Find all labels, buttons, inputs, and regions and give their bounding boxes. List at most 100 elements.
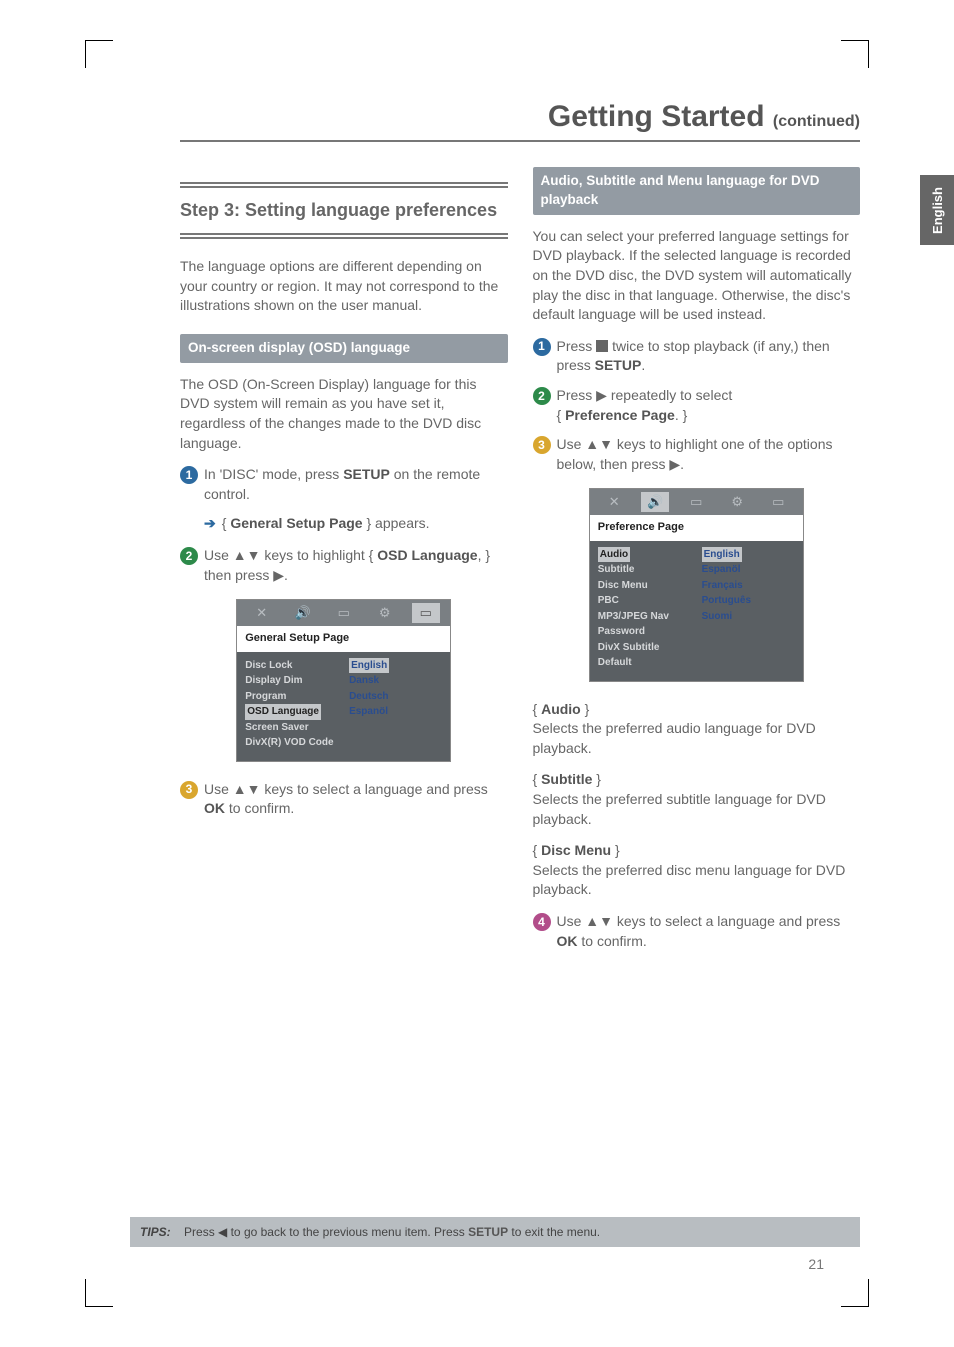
t: SETUP — [468, 1225, 508, 1239]
crop-mark — [85, 1279, 113, 1307]
step-2-text: Use ▲▼ keys to highlight { OSD Language,… — [204, 546, 508, 585]
tools-icon: ✕ — [600, 492, 628, 512]
r-step-4: 4 Use ▲▼ keys to select a language and p… — [533, 912, 861, 951]
preference-page-menu: ✕ 🔊 ▭ ⚙ ▭ Preference Page Audio Subtitle… — [589, 488, 804, 681]
step-heading: Step 3: Setting language preferences — [180, 182, 508, 239]
list-item: Deutsch — [349, 689, 442, 705]
crop-mark — [841, 40, 869, 68]
page-title: Getting Started (continued) — [180, 100, 860, 134]
tools-icon: ✕ — [248, 603, 276, 623]
r-step-1-text: Press twice to stop playback (if any,) t… — [557, 337, 861, 376]
page-content: Getting Started (continued) Step 3: Sett… — [180, 100, 860, 961]
columns: Step 3: Setting language preferences The… — [180, 167, 860, 961]
highlighted-item: Audio — [598, 547, 630, 563]
menu-title: General Setup Page — [237, 626, 450, 651]
t: Subtitle — [541, 771, 592, 787]
t: Disc Menu — [541, 842, 611, 858]
t: { — [557, 407, 566, 423]
crop-mark — [841, 1279, 869, 1307]
r-step-2-text: Press ▶ repeatedly to select { Preferenc… — [557, 386, 861, 425]
bullet-3-icon: 3 — [180, 781, 198, 799]
menu-left-list: Disc Lock Display Dim Program OSD Langua… — [245, 658, 343, 751]
stop-icon — [596, 340, 608, 352]
option-audio: { Audio } Selects the preferred audio la… — [533, 700, 861, 759]
tips-bar: TIPS: Press ◀ to go back to the previous… — [130, 1217, 860, 1247]
t: In 'DISC' mode, press — [204, 466, 343, 482]
tips-label: TIPS: — [140, 1225, 171, 1239]
r-step-3-text: Use ▲▼ keys to highlight one of the opti… — [557, 435, 861, 474]
display-icon: ▭ — [330, 603, 358, 623]
t: Audio — [541, 701, 581, 717]
list-item: Password — [598, 624, 696, 640]
t: Press — [184, 1225, 218, 1239]
page-icon: ▭ — [412, 603, 440, 623]
list-item: Subtitle — [598, 562, 696, 578]
list-item: DivX Subtitle — [598, 640, 696, 656]
language-tab: English — [920, 175, 954, 245]
step-2: 2 Use ▲▼ keys to highlight { OSD Languag… — [180, 546, 508, 585]
bullet-2-icon: 2 — [533, 387, 551, 405]
subheading-osd: On-screen display (OSD) language — [180, 334, 508, 363]
t: to confirm. — [225, 800, 294, 816]
t: Press ▶ repeatedly to select — [557, 387, 733, 403]
t: Selects the preferred disc menu language… — [533, 862, 846, 898]
menu-title: Preference Page — [590, 515, 803, 540]
t: Press — [557, 338, 597, 354]
list-item: Disc Menu — [598, 578, 696, 594]
t: OK — [204, 800, 225, 816]
step-1-result: ➔ { General Setup Page } appears. — [204, 514, 508, 534]
left-column: Step 3: Setting language preferences The… — [180, 167, 508, 961]
t: . } — [675, 407, 687, 423]
bullet-3-icon: 3 — [533, 436, 551, 454]
r-step-2: 2 Press ▶ repeatedly to select { Prefere… — [533, 386, 861, 425]
page-number: 21 — [808, 1256, 824, 1272]
t: . — [641, 357, 645, 373]
speaker-icon: 🔊 — [641, 492, 669, 512]
language-tab-text: English — [930, 187, 945, 234]
t: { General Setup Page } appears. — [222, 514, 430, 534]
left-arrow-icon: ◀ — [218, 1225, 227, 1239]
list-item: Français — [702, 578, 795, 594]
bullet-1-icon: 1 — [533, 338, 551, 356]
osd-para: The OSD (On-Screen Display) language for… — [180, 375, 508, 453]
list-item: Screen Saver — [245, 720, 343, 736]
t: SETUP — [595, 357, 642, 373]
menu-right-list: English Dansk Deutsch Espanöl — [349, 658, 442, 751]
right-intro: You can select your preferred language s… — [533, 227, 861, 325]
title-main: Getting Started — [548, 100, 765, 133]
option-subtitle: { Subtitle } Selects the preferred subti… — [533, 770, 861, 829]
step-3: 3 Use ▲▼ keys to select a language and p… — [180, 780, 508, 819]
r-step-1: 1 Press twice to stop playback (if any,)… — [533, 337, 861, 376]
right-column: Audio, Subtitle and Menu language for DV… — [533, 167, 861, 961]
step-3-text: Use ▲▼ keys to select a language and pre… — [204, 780, 508, 819]
highlighted-item: English — [349, 658, 389, 674]
list-item: Disc Lock — [245, 658, 343, 674]
menu-right-list: English Espanöl Français Português Suomi — [702, 547, 795, 671]
speaker-icon: 🔊 — [289, 603, 317, 623]
list-item: Default — [598, 655, 696, 671]
crop-mark — [85, 40, 113, 68]
list-item: PBC — [598, 593, 696, 609]
t: Selects the preferred audio language for… — [533, 720, 816, 756]
t: OSD Language — [377, 547, 477, 563]
highlighted-item: OSD Language — [245, 704, 321, 720]
t: Use ▲▼ keys to select a language and pre… — [557, 913, 841, 929]
title-continued: (continued) — [773, 113, 860, 130]
intro-para: The language options are different depen… — [180, 257, 508, 316]
t: to confirm. — [578, 933, 647, 949]
list-item: English — [702, 547, 795, 563]
r-step-4-text: Use ▲▼ keys to select a language and pre… — [557, 912, 861, 951]
general-setup-menu: ✕ 🔊 ▭ ⚙ ▭ General Setup Page Disc Lock D… — [236, 599, 451, 761]
bullet-4-icon: 4 — [533, 913, 551, 931]
highlighted-item: English — [702, 547, 742, 563]
step-1: 1 In 'DISC' mode, press SETUP on the rem… — [180, 465, 508, 504]
t: to go back to the previous menu item. Pr… — [227, 1225, 468, 1239]
menu-tab-row: ✕ 🔊 ▭ ⚙ ▭ — [590, 489, 803, 515]
t: to exit the menu. — [508, 1225, 600, 1239]
list-item: Dansk — [349, 673, 442, 689]
list-item: Português — [702, 593, 795, 609]
menu-body: Audio Subtitle Disc Menu PBC MP3/JPEG Na… — [590, 541, 803, 681]
list-item: Espanöl — [349, 704, 442, 720]
arrow-icon: ➔ — [204, 514, 216, 534]
option-discmenu: { Disc Menu } Selects the preferred disc… — [533, 841, 861, 900]
